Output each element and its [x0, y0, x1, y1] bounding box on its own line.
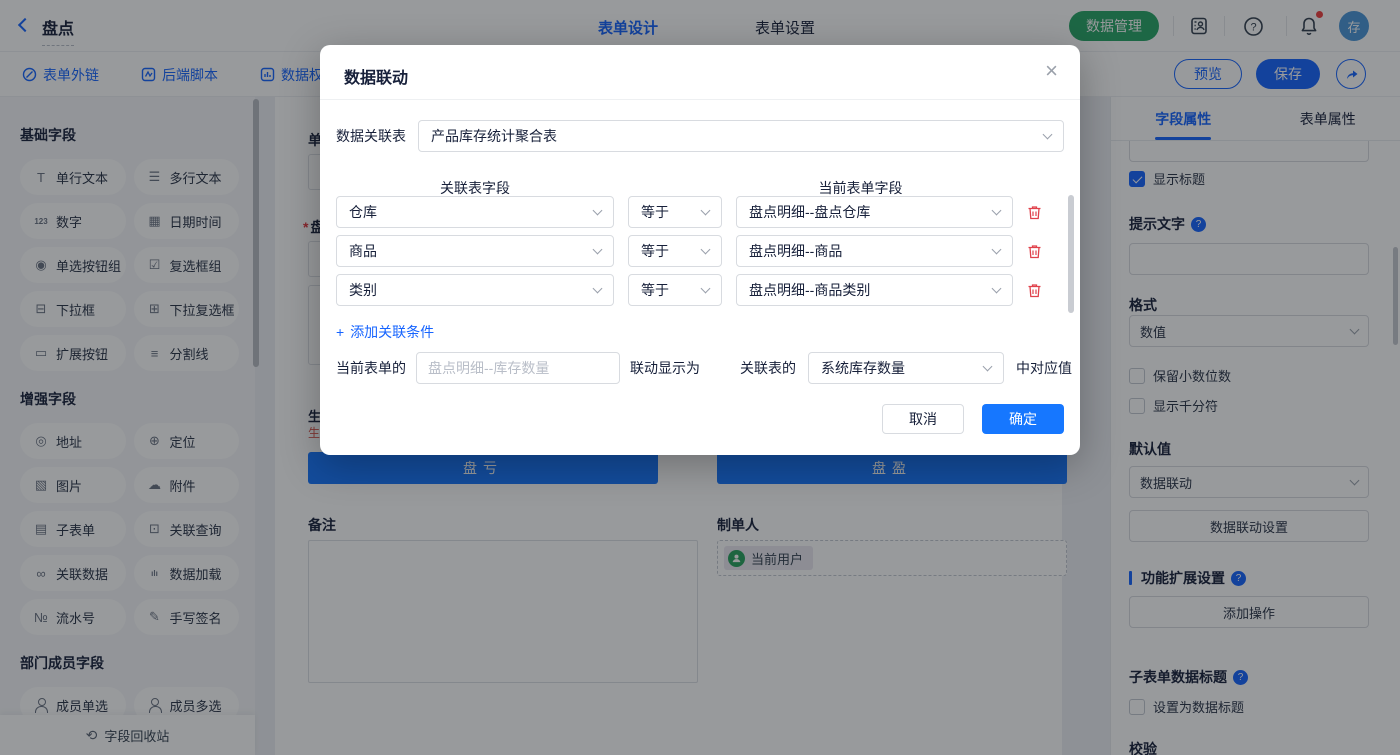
current-form-field-select[interactable]: 盘点明细--盘点仓库 — [736, 196, 1013, 228]
linked-field-select-value: 仓库 — [349, 202, 377, 222]
column-header-linked-field: 关联表字段 — [336, 178, 614, 198]
condition-row: 类别 等于 盘点明细--商品类别 — [336, 274, 1080, 306]
linked-table-select[interactable]: 产品库存统计聚合表 — [418, 120, 1064, 152]
current-form-field-select-value: 盘点明细--盘点仓库 — [749, 202, 870, 222]
current-form-field-select[interactable]: 盘点明细--商品 — [736, 235, 1013, 267]
chevron-down-icon — [1043, 129, 1053, 139]
delete-condition-icon — [1026, 282, 1043, 299]
operator-select[interactable]: 等于 — [628, 196, 722, 228]
map-prefix-label: 当前表单的 — [336, 358, 406, 378]
column-spacer — [614, 178, 722, 198]
chevron-down-icon — [593, 205, 603, 215]
modal-header: 数据联动 × — [320, 45, 1080, 100]
linked-field-select-value: 类别 — [349, 280, 377, 300]
chevron-down-icon — [983, 361, 993, 371]
delete-condition-icon — [1026, 204, 1043, 221]
operator-select-value: 等于 — [641, 202, 669, 222]
operator-select[interactable]: 等于 — [628, 274, 722, 306]
linked-table-row: 数据关联表 产品库存统计聚合表 — [336, 120, 1064, 152]
operator-select-value: 等于 — [641, 280, 669, 300]
chevron-down-icon — [701, 283, 711, 293]
linked-table-label: 数据关联表 — [336, 126, 406, 146]
condition-column-headers: 关联表字段 当前表单字段 — [336, 178, 1064, 198]
operator-select-value: 等于 — [641, 241, 669, 261]
chevron-down-icon — [593, 283, 603, 293]
condition-row: 商品 等于 盘点明细--商品 — [336, 235, 1080, 267]
current-form-field-select[interactable]: 盘点明细--商品类别 — [736, 274, 1013, 306]
current-field-input[interactable]: 盘点明细--库存数量 — [416, 352, 620, 384]
map-suffix-label: 中对应值 — [1016, 358, 1072, 378]
delete-condition-icon — [1026, 243, 1043, 260]
chevron-down-icon — [701, 244, 711, 254]
delete-condition-button[interactable] — [1026, 204, 1043, 221]
linked-field-select[interactable]: 商品 — [336, 235, 614, 267]
linkage-mapping-row: 当前表单的 盘点明细--库存数量 联动显示为 关联表的 系统库存数量 中对应值 — [336, 352, 1080, 384]
column-header-current-field: 当前表单字段 — [722, 178, 999, 198]
add-condition-link[interactable]: + 添加关联条件 — [336, 322, 434, 342]
modal-title: 数据联动 — [344, 64, 408, 88]
confirm-button[interactable]: 确定 — [982, 404, 1064, 434]
map-middle-label: 联动显示为 — [630, 358, 700, 378]
close-icon[interactable]: × — [1045, 60, 1058, 82]
modal-scrollbar[interactable] — [1068, 195, 1074, 313]
chevron-down-icon — [992, 244, 1002, 254]
chevron-down-icon — [992, 283, 1002, 293]
operator-select[interactable]: 等于 — [628, 235, 722, 267]
linked-field-select[interactable]: 系统库存数量 — [808, 352, 1004, 384]
chevron-down-icon — [992, 205, 1002, 215]
delete-condition-button[interactable] — [1026, 282, 1043, 299]
linked-field-select[interactable]: 类别 — [336, 274, 614, 306]
map-rel-label: 关联表的 — [740, 358, 796, 378]
delete-condition-button[interactable] — [1026, 243, 1043, 260]
linked-field-select[interactable]: 仓库 — [336, 196, 614, 228]
chevron-down-icon — [701, 205, 711, 215]
current-form-field-select-value: 盘点明细--商品类别 — [749, 280, 870, 300]
cancel-button[interactable]: 取消 — [882, 404, 964, 434]
plus-icon: + — [336, 324, 344, 340]
condition-row: 仓库 等于 盘点明细--盘点仓库 — [336, 196, 1080, 228]
current-form-field-select-value: 盘点明细--商品 — [749, 241, 842, 261]
condition-rows: 仓库等于盘点明细--盘点仓库商品等于盘点明细--商品类别等于盘点明细--商品类别 — [336, 196, 1080, 313]
chevron-down-icon — [593, 244, 603, 254]
linked-field-select-value: 商品 — [349, 241, 377, 261]
modal-footer: 取消 确定 — [882, 404, 1064, 434]
data-linkage-modal: 数据联动 × 数据关联表 产品库存统计聚合表 关联表字段 当前表单字段 仓库等于… — [320, 45, 1080, 455]
